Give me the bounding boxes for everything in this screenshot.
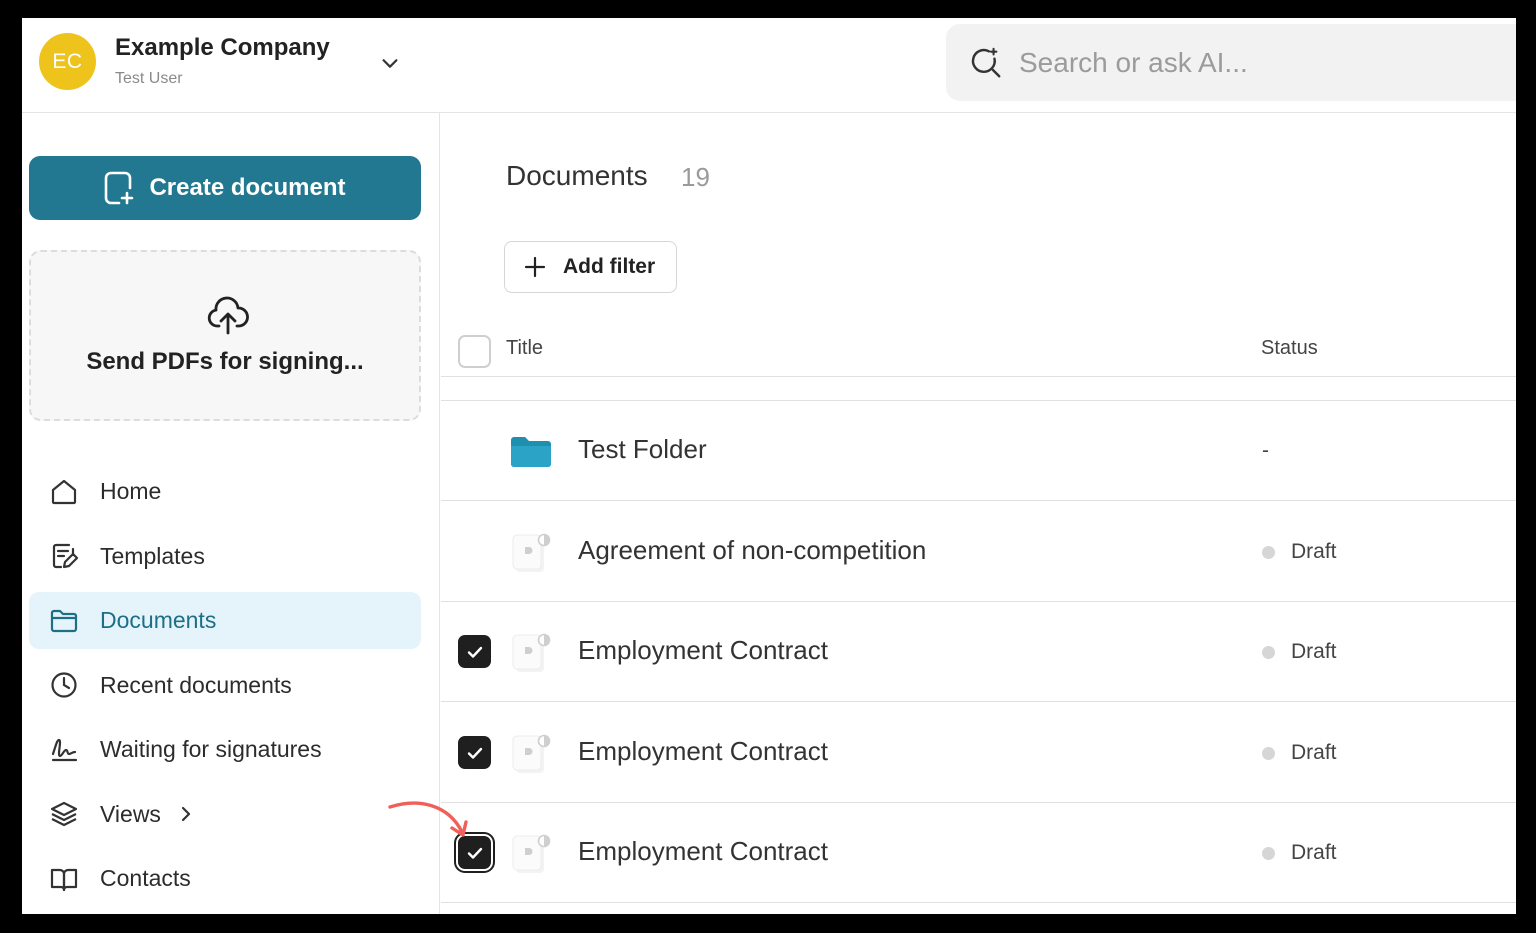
document-count: 19 [681,162,710,192]
status-dot [1262,746,1275,760]
status-dot [1262,545,1275,559]
sidebar-item-home[interactable]: Home [29,463,421,520]
table-row[interactable]: Test Folder - [441,401,1516,501]
sidebar-item-label: Contacts [100,865,191,891]
company-name[interactable]: Example Company [115,34,330,62]
add-filter-label: Add filter [563,255,656,278]
checkmark-icon [467,847,482,859]
home-icon [51,479,77,504]
create-document-button[interactable]: Create document [29,156,421,220]
sidebar-item-label: Views [100,800,161,827]
row-status: Draft [1262,841,1337,865]
row-checkbox[interactable] [458,836,491,869]
sidebar-item-contacts[interactable]: Contacts [29,850,421,907]
chevron-right-icon [181,806,191,822]
sidebar-nav: Home Templates Documents Recent document… [29,463,421,914]
row-title[interactable]: Employment Contract [578,736,828,767]
table-row[interactable]: Employment Contract Draft [441,803,1516,903]
status-dot [1262,846,1275,860]
signature-icon [51,738,78,761]
status-text: Draft [1291,841,1337,864]
document-icon [512,533,551,572]
search-input[interactable] [1019,46,1479,79]
document-icon [512,734,551,773]
sidebar-item-templates[interactable]: Templates [29,528,421,585]
templates-icon [52,543,79,569]
row-checkbox[interactable] [458,736,491,769]
company-avatar[interactable]: EC [39,33,96,90]
table-row[interactable]: Employment Contract Draft [441,703,1516,803]
folder-icon [50,609,78,632]
table-row[interactable]: Employment Contract Draft [441,602,1516,702]
sidebar-item-recent-documents[interactable]: Recent documents [29,657,421,714]
status-text: - [1262,439,1269,462]
upload-label: Send PDFs for signing... [86,348,364,375]
status-text: Draft [1291,741,1337,764]
page-title: Documents [506,160,648,191]
select-all-checkbox[interactable] [458,335,491,368]
checkmark-icon [467,747,482,759]
user-name: Test User [115,70,183,87]
row-status: - [1262,439,1269,463]
document-icon [512,834,551,873]
book-icon [50,868,78,891]
checkmark-icon [467,646,482,658]
sidebar-item-label: Recent documents [100,671,292,698]
sidebar-item-label: Waiting for signatures [100,736,322,762]
status-text: Draft [1291,540,1337,563]
status-text: Draft [1291,640,1337,663]
table-row[interactable]: Agreement of non-competition Draft [441,502,1516,602]
sidebar-item-label: Home [100,478,162,504]
row-title[interactable]: Employment Contract [578,836,828,867]
sidebar-item-documents[interactable]: Documents [29,592,421,649]
layers-icon [50,801,78,827]
sidebar-item-views[interactable]: Views [29,786,421,843]
table-header: Title Status [441,319,1516,377]
create-document-label: Create document [149,174,346,201]
column-header-title[interactable]: Title [506,337,543,360]
row-title[interactable]: Employment Contract [578,635,828,666]
row-status: Draft [1262,640,1337,664]
column-header-status[interactable]: Status [1261,337,1318,360]
folder-icon [511,437,551,467]
document-icon [512,633,551,672]
chevron-down-icon[interactable] [379,52,401,74]
cloud-upload-icon [207,296,249,335]
sidebar-item-waiting-for-signatures[interactable]: Waiting for signatures [29,721,421,778]
pdf-upload-dropzone[interactable]: Send PDFs for signing... [29,250,421,421]
clock-icon [51,672,77,698]
row-status: Draft [1262,741,1337,765]
top-header: EC Example Company Test User [22,18,1516,113]
sidebar: Create document Send PDFs for signing...… [22,113,440,914]
plus-icon [524,256,546,278]
sidebar-item-label: Documents [100,607,217,633]
add-filter-button[interactable]: Add filter [504,241,677,293]
row-checkbox[interactable] [458,635,491,668]
new-document-icon [105,171,134,205]
documents-panel: Documents 19 Add filter Title Status Tes… [441,113,1516,914]
row-title[interactable]: Agreement of non-competition [578,535,926,566]
search-bar[interactable] [946,24,1516,101]
ai-search-icon [971,47,1001,77]
row-status: Draft [1262,540,1337,564]
sidebar-item-label: Templates [100,542,205,569]
app-window: EC Example Company Test User Create docu… [22,18,1516,914]
status-dot [1262,645,1275,659]
row-title[interactable]: Test Folder [578,434,707,465]
